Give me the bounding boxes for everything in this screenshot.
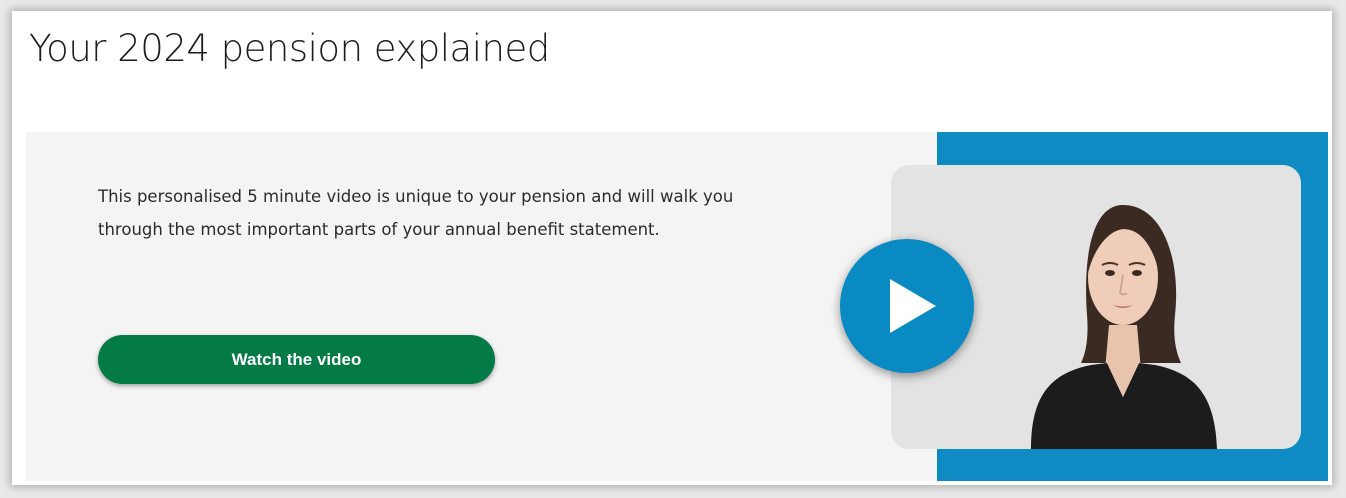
play-button[interactable] bbox=[840, 239, 974, 373]
play-icon bbox=[890, 279, 936, 333]
pension-video-card: Your 2024 pension explained This persona… bbox=[12, 11, 1332, 485]
section-title: Your 2024 pension explained bbox=[29, 27, 550, 70]
video-description: This personalised 5 minute video is uniq… bbox=[98, 187, 734, 239]
watch-video-button[interactable]: Watch the video bbox=[98, 335, 495, 384]
video-promo-panel: This personalised 5 minute video is uniq… bbox=[26, 132, 1328, 481]
